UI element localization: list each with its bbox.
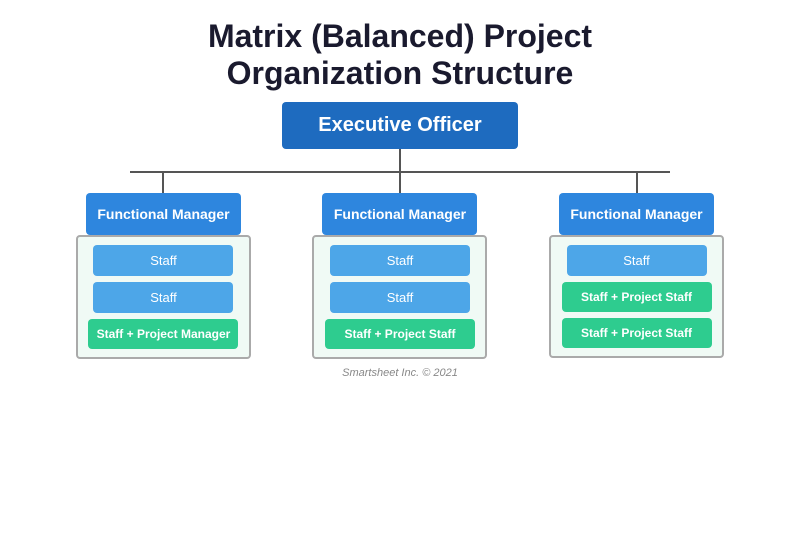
executive-officer-box: Executive Officer <box>282 102 517 149</box>
col1-staff-1: Staff <box>93 245 233 276</box>
col3-staff-1: Staff <box>567 245 707 276</box>
col2-staff-1: Staff <box>330 245 470 276</box>
col2-vline <box>399 173 401 193</box>
col2-inner: Staff Staff Staff + Project Staff <box>312 235 487 359</box>
title-line2: Organization Structure <box>227 55 574 91</box>
org-chart: Executive Officer Functional Manager Sta… <box>0 102 800 379</box>
column-1: Functional Manager Staff Staff Staff + P… <box>60 173 267 359</box>
column-2: Functional Manager Staff Staff Staff + P… <box>297 173 504 359</box>
col1-staff-2: Staff <box>93 282 233 313</box>
col3-project-2: Staff + Project Staff <box>562 318 712 348</box>
col2-staff-2: Staff <box>330 282 470 313</box>
func-manager-2: Functional Manager <box>322 193 477 235</box>
col3-vline <box>636 173 638 193</box>
columns-row: Functional Manager Staff Staff Staff + P… <box>60 173 740 359</box>
func-manager-1: Functional Manager <box>86 193 241 235</box>
title-line1: Matrix (Balanced) Project <box>208 18 592 54</box>
col1-vline <box>162 173 164 193</box>
exec-connector <box>399 149 401 171</box>
func-manager-3: Functional Manager <box>559 193 714 235</box>
footer: Smartsheet Inc. © 2021 <box>342 367 458 379</box>
col3-project-1: Staff + Project Staff <box>562 282 712 312</box>
col1-project: Staff + Project Manager <box>88 319 238 349</box>
column-3: Functional Manager Staff Staff + Project… <box>533 173 740 358</box>
page-title: Matrix (Balanced) Project Organization S… <box>168 18 632 92</box>
col3-inner: Staff Staff + Project Staff Staff + Proj… <box>549 235 724 358</box>
col2-project: Staff + Project Staff <box>325 319 475 349</box>
col1-inner: Staff Staff Staff + Project Manager <box>76 235 251 359</box>
